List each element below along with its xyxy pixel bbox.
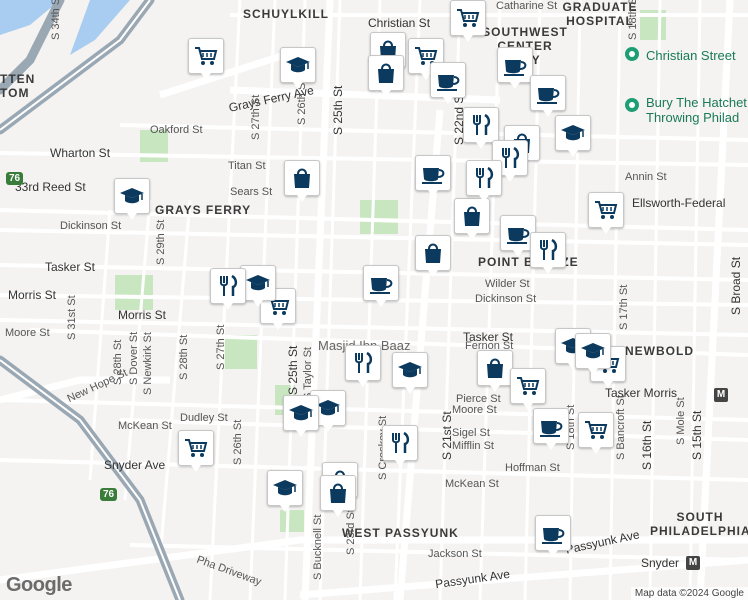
street-label: Jackson St bbox=[428, 548, 482, 560]
restaurant-marker-icon[interactable] bbox=[530, 232, 566, 274]
street-label: Wharton St bbox=[50, 146, 111, 160]
street-label: Christian St bbox=[368, 16, 431, 30]
street-label: Oakford St bbox=[150, 124, 203, 136]
street-label: Sears St bbox=[230, 186, 273, 198]
street-label: S 17th St bbox=[618, 284, 630, 330]
street-label: S Bucknell St bbox=[312, 514, 324, 580]
graduation-cap-marker-icon[interactable] bbox=[283, 395, 319, 437]
street-label: S 25th St bbox=[331, 85, 345, 135]
graduation-cap-marker-icon[interactable] bbox=[267, 470, 303, 512]
shopping-bag-marker-icon[interactable] bbox=[368, 55, 404, 97]
street-label: Snyder bbox=[641, 556, 680, 570]
street-label: Tasker St bbox=[45, 260, 96, 274]
street-label: Moore St bbox=[5, 327, 50, 339]
street-label: Hoffman St bbox=[505, 462, 560, 474]
graduation-cap-marker-icon[interactable] bbox=[280, 47, 316, 89]
street-label: Morris St bbox=[8, 288, 56, 302]
street-label: S 15th St bbox=[690, 410, 704, 460]
street-label: Mifflin St bbox=[452, 440, 494, 452]
street-label: Annin St bbox=[625, 171, 667, 183]
shopping-bag-marker-icon[interactable] bbox=[477, 350, 513, 392]
street-label: Wilder St bbox=[485, 278, 530, 290]
coffee-cup-marker-icon[interactable] bbox=[430, 62, 466, 104]
street-label: McKean St bbox=[445, 478, 499, 490]
graduation-cap-marker-icon[interactable] bbox=[555, 115, 591, 157]
poi-bury-the-hatchet[interactable]: Bury The Hatchet Throwing Philad bbox=[646, 95, 747, 125]
coffee-cup-marker-icon[interactable] bbox=[530, 75, 566, 117]
street-label: Snyder Ave bbox=[104, 458, 166, 472]
shopping-bag-marker-icon[interactable] bbox=[284, 160, 320, 202]
neighborhood-schuylkill: SCHUYLKILL bbox=[243, 7, 329, 21]
shopping-bag-marker-icon[interactable] bbox=[454, 198, 490, 240]
street-label: S Dover St bbox=[128, 331, 140, 385]
street-label: S 26th St bbox=[232, 419, 244, 465]
neighborhood-west-passyunk: WEST PASSYUNK bbox=[342, 526, 459, 540]
street-label: Dudley St bbox=[180, 412, 228, 424]
street-label: Catharine St bbox=[496, 0, 558, 12]
map-attribution[interactable]: Map data ©2024 Google bbox=[630, 587, 748, 600]
coffee-cup-marker-icon[interactable] bbox=[535, 515, 571, 557]
coffee-cup-marker-icon[interactable] bbox=[363, 265, 399, 307]
shopping-cart-marker-icon[interactable] bbox=[578, 412, 614, 454]
street-label: Dickinson St bbox=[475, 293, 537, 305]
restaurant-marker-icon[interactable] bbox=[382, 425, 418, 467]
street-label: S 27th St bbox=[215, 324, 227, 370]
street-label: S 31st St bbox=[66, 295, 78, 340]
metro-station-icon[interactable]: M bbox=[686, 556, 700, 570]
restaurant-marker-icon[interactable] bbox=[463, 107, 499, 149]
poi-pin-icon[interactable] bbox=[625, 47, 639, 61]
shopping-cart-marker-icon[interactable] bbox=[178, 430, 214, 472]
graduation-cap-marker-icon[interactable] bbox=[575, 333, 611, 375]
street-label: S Broad St bbox=[729, 256, 743, 315]
graduation-cap-marker-icon[interactable] bbox=[392, 352, 428, 394]
street-label: S Bancroft St bbox=[615, 395, 627, 460]
street-label: 33rd Reed St bbox=[15, 180, 86, 194]
interstate-76-shield: 76 bbox=[6, 172, 24, 185]
restaurant-marker-icon[interactable] bbox=[466, 160, 502, 202]
street-label: Moore St bbox=[452, 404, 497, 416]
coffee-cup-marker-icon[interactable] bbox=[533, 408, 569, 450]
street-label: S Newkirk St bbox=[142, 332, 154, 395]
coffee-cup-marker-icon[interactable] bbox=[497, 47, 533, 89]
street-label: S 16th St bbox=[640, 420, 654, 470]
shopping-cart-marker-icon[interactable] bbox=[588, 192, 624, 234]
map-canvas[interactable]: SCHUYLKILL GRADUATE HOSPITAL SOUTHWEST C… bbox=[0, 0, 748, 600]
street-label: McKean St bbox=[118, 420, 172, 432]
neighborhood-newbold: NEWBOLD bbox=[625, 344, 694, 358]
interstate-76-shield: 76 bbox=[100, 488, 118, 501]
neighborhood-tten-tom: TTEN TOM bbox=[0, 72, 36, 100]
graduation-cap-marker-icon[interactable] bbox=[114, 178, 150, 220]
street-label: Sigel St bbox=[452, 427, 490, 439]
street-label: S 18th St bbox=[627, 0, 639, 40]
street-label: S Mole St bbox=[675, 397, 687, 445]
street-label: S 27th St bbox=[250, 94, 262, 140]
street-label: S 25th St bbox=[286, 345, 300, 395]
coffee-cup-marker-icon[interactable] bbox=[415, 155, 451, 197]
street-label: Titan St bbox=[228, 160, 266, 172]
shopping-bag-marker-icon[interactable] bbox=[320, 475, 356, 517]
street-label: S 28th St bbox=[178, 334, 190, 380]
shopping-cart-marker-icon[interactable] bbox=[450, 0, 486, 42]
neighborhood-grays-ferry: GRAYS FERRY bbox=[155, 203, 252, 217]
restaurant-marker-icon[interactable] bbox=[345, 345, 381, 387]
shopping-cart-marker-icon[interactable] bbox=[510, 368, 546, 410]
neighborhood-south-philadelphia: SOUTH PHILADELPHIA bbox=[650, 510, 748, 538]
shopping-bag-marker-icon[interactable] bbox=[415, 235, 451, 277]
street-label: S 28th St bbox=[112, 339, 124, 385]
street-label: Dickinson St bbox=[60, 220, 122, 232]
shopping-cart-marker-icon[interactable] bbox=[188, 38, 224, 80]
street-label: S 34th St bbox=[50, 0, 62, 40]
street-label: Morris St bbox=[118, 308, 166, 322]
street-label: S 29th St bbox=[155, 219, 167, 265]
street-label: S 23rd St bbox=[345, 509, 357, 555]
restaurant-marker-icon[interactable] bbox=[210, 268, 246, 310]
street-label: Ellsworth-Federal bbox=[632, 196, 726, 210]
metro-station-icon[interactable]: M bbox=[714, 388, 728, 402]
poi-christian-street[interactable]: Christian Street bbox=[646, 48, 736, 63]
google-logo: Google bbox=[6, 574, 72, 596]
poi-pin-icon[interactable] bbox=[625, 98, 639, 112]
